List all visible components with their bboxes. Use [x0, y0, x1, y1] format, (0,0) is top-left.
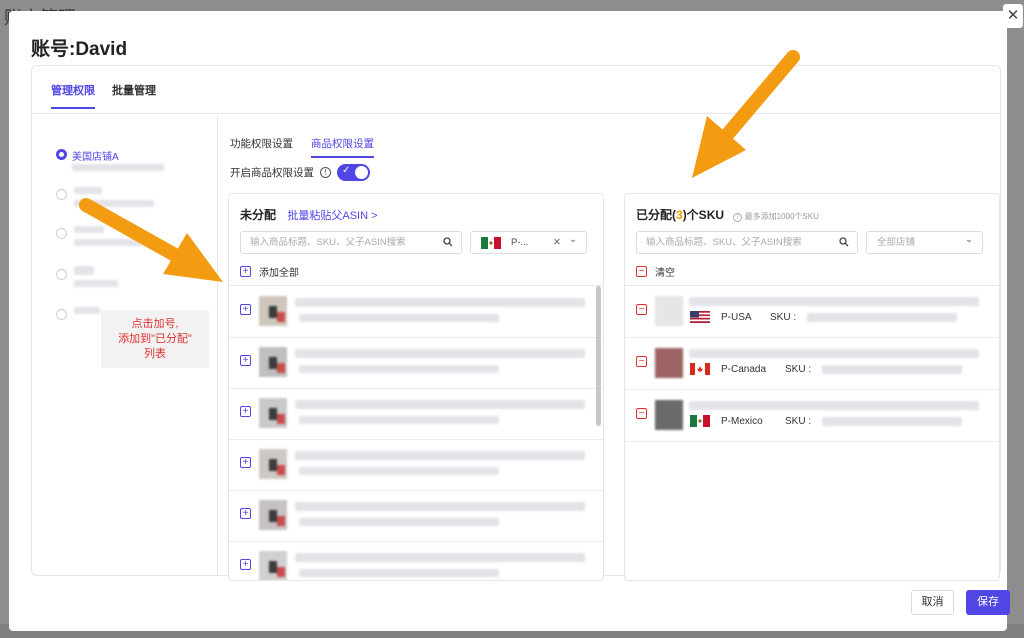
- annotation-arrows: [79, 50, 800, 282]
- arrow-to-add-icon: [79, 198, 223, 282]
- arrow-to-assigned-icon: [692, 50, 800, 178]
